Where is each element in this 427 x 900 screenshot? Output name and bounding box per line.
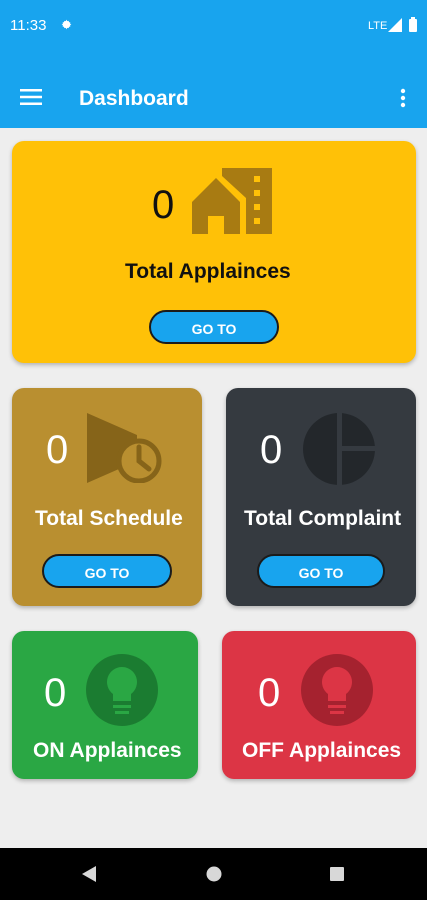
home-icon[interactable] <box>206 866 222 882</box>
total-complaint-card: 0 Total Complaint GO TO <box>226 388 416 606</box>
total-appliances-card: 0 Total Applainces GO TO <box>12 141 416 363</box>
total-appliances-label: Total Applainces <box>125 260 291 283</box>
complaint-goto-button[interactable]: GO TO <box>257 554 385 588</box>
off-appliances-label: OFF Applainces <box>242 739 402 762</box>
system-nav-bar <box>0 848 427 900</box>
battery-icon <box>409 17 417 32</box>
schedule-goto-button[interactable]: GO TO <box>42 554 172 588</box>
pie-chart-icon <box>303 412 376 486</box>
on-appliances-label: ON Applainces <box>33 739 182 762</box>
page-title: Dashboard <box>79 87 189 110</box>
status-time: 11:33 <box>10 17 47 34</box>
on-appliances-count: 0 <box>44 671 67 715</box>
signal-icon <box>388 18 402 32</box>
hamburger-menu-icon[interactable] <box>20 89 42 105</box>
off-appliances-card: 0 OFF Applainces <box>222 631 416 779</box>
total-schedule-card: 0 Total Schedule GO TO <box>12 388 202 606</box>
total-complaint-label: Total Complaint <box>244 507 402 530</box>
gear-icon <box>61 19 72 30</box>
home-city-icon <box>192 168 272 234</box>
schedule-icon <box>87 413 162 483</box>
appliances-goto-button[interactable]: GO TO <box>149 310 279 344</box>
network-type: LTE <box>368 20 388 32</box>
status-bar: 11:33 LTE <box>0 0 427 56</box>
bulb-icon <box>86 654 158 726</box>
off-appliances-count: 0 <box>258 671 281 715</box>
total-complaint-count: 0 <box>260 428 283 472</box>
bulb-icon <box>301 654 373 726</box>
total-appliances-count: 0 <box>152 183 175 227</box>
total-schedule-count: 0 <box>46 428 69 472</box>
total-schedule-label: Total Schedule <box>35 507 183 530</box>
more-vert-icon[interactable] <box>399 88 407 108</box>
back-icon[interactable] <box>82 866 96 882</box>
app-bar: Dashboard <box>0 56 427 128</box>
on-appliances-card: 0 ON Applainces <box>12 631 198 779</box>
recents-icon[interactable] <box>330 867 344 881</box>
